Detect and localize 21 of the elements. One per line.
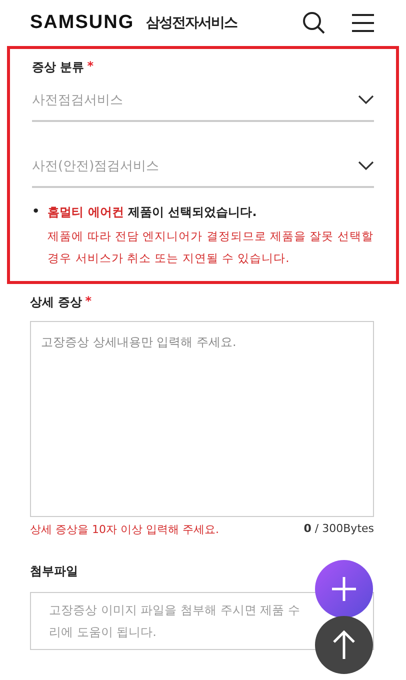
menu-icon[interactable]: [352, 13, 374, 33]
warning-text: 제품에 따라 전담 엔지니어가 결정되므로 제품을 잘못 선택할 경우 서비스가 취소 또는 지연될 수 있습니다.: [48, 228, 374, 267]
search-icon[interactable]: [302, 11, 326, 35]
site-title: 삼성전자서비스: [146, 14, 238, 32]
required-mark: *: [85, 294, 92, 310]
arrow-up-icon: [333, 630, 355, 660]
error-text: 상세 증상을 10자 이상 입력해 주세요.: [30, 522, 219, 537]
dropdown[interactable]: 사전(안전)점검서비스: [32, 146, 374, 188]
notice-text: 홈멀티 에어컨 제품이 선택되었습니다.: [48, 204, 258, 221]
bullet: •: [32, 204, 40, 220]
symptom-textarea[interactable]: 고장증상 상세내용만 입력해 주세요.: [30, 321, 374, 517]
chevron-down-icon: [358, 161, 374, 171]
chevron-down-icon: [358, 95, 374, 105]
plus-icon: [331, 576, 357, 602]
byte-counter: 0 / 300Bytes: [304, 522, 374, 537]
dropdown[interactable]: 사전점검서비스: [32, 80, 374, 122]
field-label: 상세 증상 *: [30, 294, 92, 311]
field-label: 첨부파일: [30, 563, 79, 580]
required-mark: *: [87, 59, 94, 75]
field-label: 증상 분류 *: [32, 59, 94, 76]
brand-logo[interactable]: SAMSUNG: [30, 12, 134, 34]
